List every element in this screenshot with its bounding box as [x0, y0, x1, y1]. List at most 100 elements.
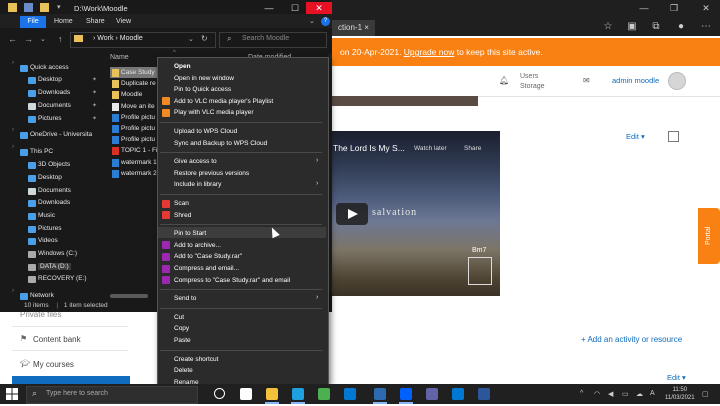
quick-access-toolbar-chevron-icon[interactable]: ▾ [57, 3, 61, 11]
sidebar-item[interactable]: Pictures [38, 225, 61, 232]
menu-item[interactable]: Create shortcut [174, 354, 218, 365]
portal-side-tab[interactable]: Portal [698, 208, 720, 264]
nav-content-bank[interactable]: Content bank [33, 335, 81, 344]
ribbon-expand-icon[interactable]: ⌄ [309, 17, 315, 25]
teams-icon[interactable] [426, 388, 438, 400]
browser-menu-icon[interactable]: ⋯ [700, 21, 712, 33]
address-bar[interactable] [70, 32, 216, 48]
favorites-star-icon[interactable]: ☆ [602, 21, 614, 33]
scrollbar-thumb[interactable] [110, 294, 148, 298]
file-explorer-icon[interactable] [266, 388, 278, 400]
menu-item[interactable]: Pin to Quick access [174, 84, 231, 95]
messages-icon[interactable]: ✉ [583, 76, 590, 85]
menu-item[interactable]: Add to "Case Study.rar" [174, 251, 242, 262]
tab-file[interactable]: File [20, 16, 46, 28]
tab-view[interactable]: View [116, 16, 131, 28]
sidebar-item[interactable]: Network [30, 292, 54, 299]
menu-item[interactable]: Compress and email... [174, 263, 239, 274]
extensions-icon[interactable]: ⧉ [650, 21, 662, 33]
back-arrow-icon[interactable]: ← [8, 34, 17, 44]
sidebar-item[interactable]: This PC [30, 148, 53, 155]
menu-item[interactable]: Restore previous versions [174, 168, 249, 179]
ms-store-icon[interactable] [344, 388, 356, 400]
network-icon[interactable]: ◠ [594, 390, 602, 398]
add-activity-link[interactable]: + Add an activity or resource [581, 335, 682, 344]
taskbar-clock[interactable]: 11:50 11/03/2021 [665, 386, 695, 402]
browser-minimize-button[interactable]: — [632, 2, 656, 14]
expand-chevron-icon[interactable]: › [12, 127, 14, 133]
sidebar-item[interactable]: Desktop [38, 174, 62, 181]
user-menu-name[interactable]: admin moodle [612, 76, 659, 85]
menu-item[interactable]: Cut [174, 312, 184, 323]
sidebar-item[interactable]: Downloads [38, 199, 70, 206]
menu-item[interactable]: Send to [174, 293, 196, 304]
minimize-button[interactable]: — [256, 2, 282, 14]
avatar[interactable] [668, 72, 686, 90]
sidebar-item[interactable]: Videos [38, 237, 58, 244]
browser-maximize-button[interactable]: ❐ [662, 2, 686, 14]
chrome-icon[interactable] [318, 388, 330, 400]
edge-icon[interactable] [292, 388, 304, 400]
edit-menu-link-2[interactable]: Edit ▾ [667, 373, 686, 382]
breadcrumb[interactable]: › Work › Moodle [93, 35, 143, 42]
powershell-icon[interactable] [374, 388, 386, 400]
menu-item[interactable]: Compress to "Case Study.rar" and email [174, 275, 290, 286]
close-button[interactable]: ✕ [306, 2, 332, 14]
photos-icon[interactable] [452, 388, 464, 400]
menu-item[interactable]: Pin to Start [174, 228, 206, 239]
expand-chevron-icon[interactable]: › [12, 288, 14, 294]
expand-chevron-icon[interactable]: › [12, 144, 14, 150]
collections-icon[interactable]: ▣ [626, 21, 638, 33]
menu-item[interactable]: Give access to [174, 156, 217, 167]
properties-icon[interactable] [24, 3, 33, 12]
edit-menu-link[interactable]: Edit ▾ [626, 132, 645, 141]
language-icon[interactable]: A [650, 390, 658, 398]
dropbox-icon[interactable] [400, 388, 412, 400]
browser-close-button[interactable]: ✕ [694, 2, 718, 14]
menu-item[interactable]: Open [174, 61, 191, 72]
maximize-button[interactable]: ☐ [282, 2, 308, 14]
notifications-icon[interactable]: ▢ [702, 390, 710, 398]
watch-later-button[interactable]: Watch later [414, 145, 447, 152]
refresh-icon[interactable]: ↻ [201, 34, 208, 43]
sidebar-item[interactable]: OneDrive - Universita [30, 131, 92, 138]
sidebar-item[interactable]: 3D Objects [38, 161, 70, 168]
share-button[interactable]: Share [464, 145, 481, 152]
upgrade-link[interactable]: Upgrade now [404, 47, 455, 57]
up-arrow-icon[interactable]: ↑ [58, 34, 63, 44]
tab-home[interactable]: Home [54, 16, 73, 28]
menu-item[interactable]: Scan [174, 198, 189, 209]
menu-item[interactable]: Include in library [174, 179, 221, 190]
tab-share[interactable]: Share [86, 16, 105, 28]
menu-item[interactable]: Paste [174, 335, 191, 346]
sidebar-item[interactable]: Music [38, 212, 55, 219]
notification-bell-icon[interactable]: 🔔︎ [499, 76, 509, 85]
profile-icon[interactable]: ● [675, 21, 687, 33]
column-header-name[interactable]: Name [110, 54, 129, 61]
sidebar-item[interactable]: Pictures [38, 115, 61, 122]
word-icon[interactable] [478, 388, 490, 400]
sidebar-item[interactable]: Downloads [38, 89, 70, 96]
breadcrumb-item[interactable]: Moodle [120, 35, 143, 42]
sidebar-item[interactable]: Quick access [30, 64, 69, 71]
sidebar-item[interactable]: Desktop [38, 76, 62, 83]
menu-item[interactable]: Add to archive... [174, 240, 221, 251]
menu-item[interactable]: Add to VLC media player's Playlist [174, 96, 273, 107]
nav-active-item[interactable] [12, 376, 130, 384]
task-view-icon[interactable] [240, 388, 252, 400]
embedded-video[interactable]: The Lord Is My S... Watch later Share sa… [330, 131, 500, 296]
recent-locations-chevron-icon[interactable]: ⌄ [40, 35, 46, 43]
expand-chevron-icon[interactable]: › [12, 60, 14, 66]
sidebar-item[interactable]: RECOVERY (E:) [38, 275, 87, 282]
battery-icon[interactable]: ▭ [622, 390, 630, 398]
sidebar-item[interactable]: DATA (D:) [38, 263, 71, 270]
menu-item[interactable]: Copy [174, 323, 189, 334]
menu-item[interactable]: Sync and Backup to WPS Cloud [174, 138, 267, 149]
sidebar-item[interactable]: Documents [38, 187, 71, 194]
menu-item[interactable]: Shred [174, 210, 191, 221]
menu-item[interactable]: Play with VLC media player [174, 107, 253, 118]
volume-icon[interactable]: ◀ [608, 390, 616, 398]
browser-tab[interactable]: ction-1 × [332, 20, 375, 36]
play-icon[interactable] [336, 203, 368, 225]
breadcrumb-item[interactable]: Work [97, 35, 113, 42]
